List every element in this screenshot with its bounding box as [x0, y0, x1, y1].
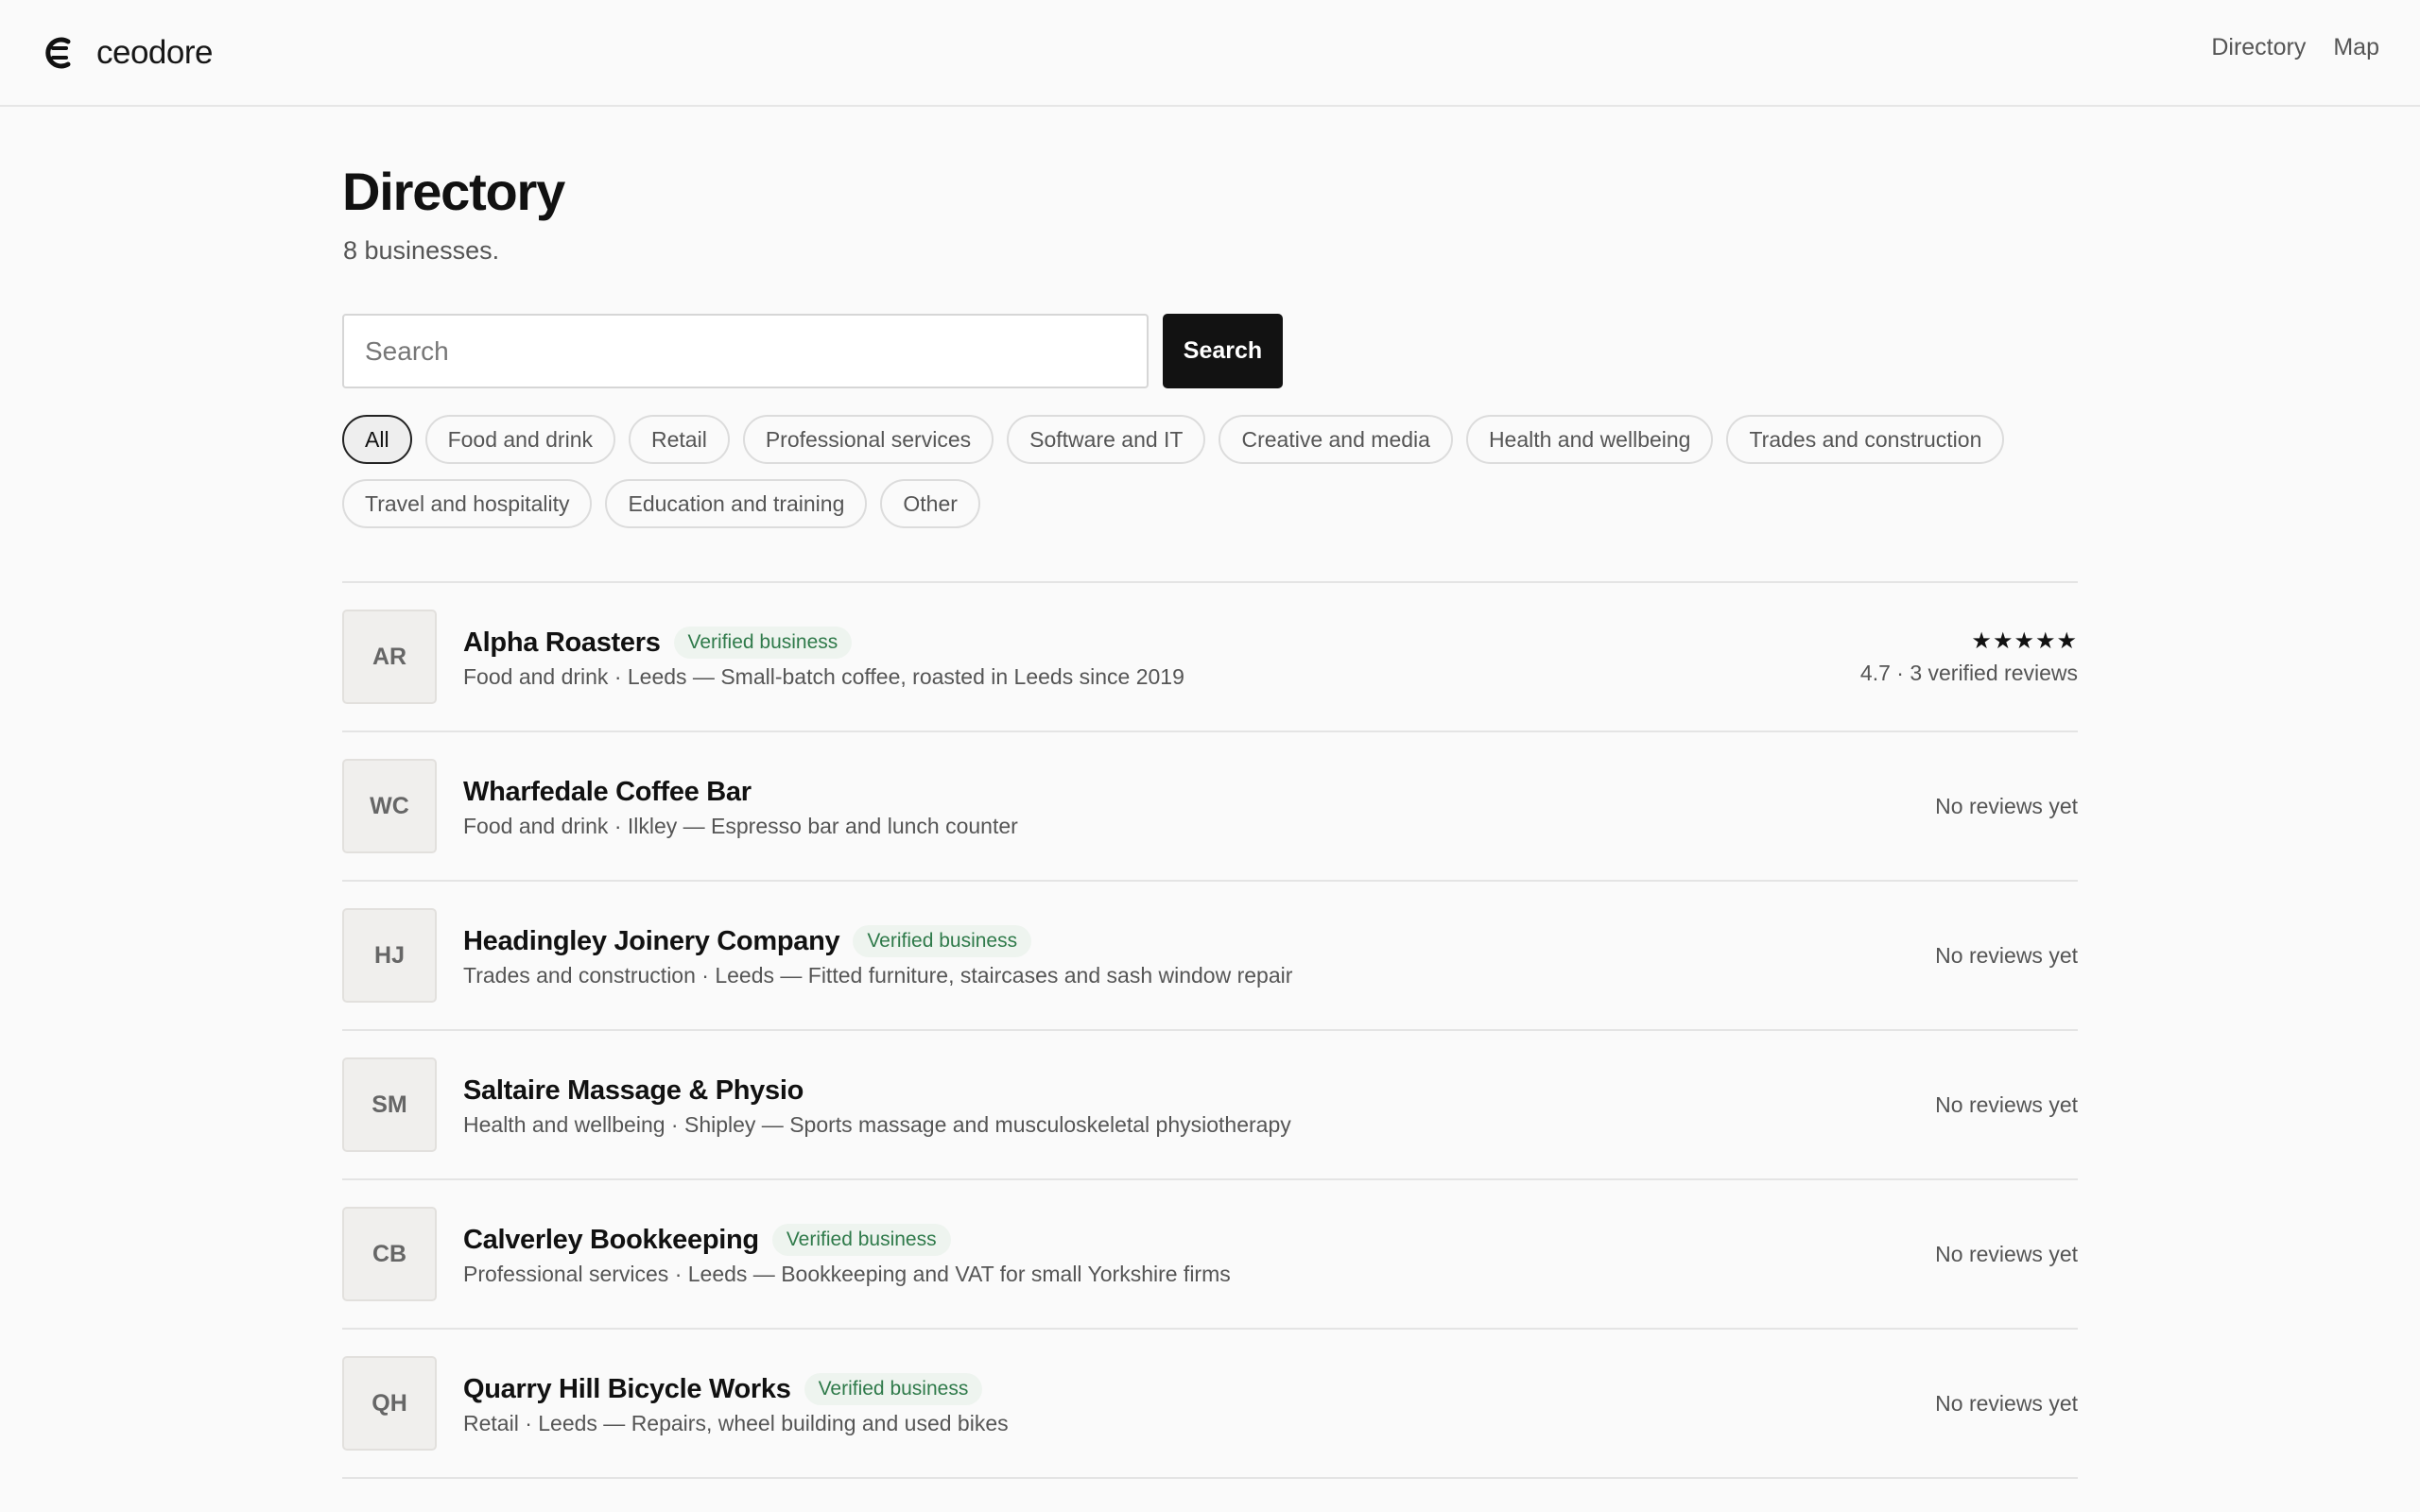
business-subtitle: Health and wellbeing · Shipley — Sports … — [463, 1112, 1291, 1137]
business-title-line: Headingley Joinery Company Verified busin… — [463, 922, 2078, 960]
filter-chip-software-and-it[interactable]: Software and IT — [1007, 415, 1206, 464]
filter-chip-retail[interactable]: Retail — [629, 415, 730, 464]
business-name-link[interactable]: Quarry Hill Bicycle Works — [463, 1374, 791, 1405]
business-title-line: Wharfedale Coffee Bar — [463, 773, 2078, 811]
business-title-line: Quarry Hill Bicycle Works Verified busine… — [463, 1370, 2078, 1408]
filter-chip-travel-and-hospitality[interactable]: Travel and hospitality — [342, 479, 593, 528]
business-avatar: HJ — [342, 908, 437, 1003]
business-subtitle: Trades and construction · Leeds — Fitted… — [463, 963, 1293, 988]
business-info: Calverley Bookkeeping Verified business Pr… — [463, 1221, 2078, 1287]
rating-summary: 4.7 · 3 verified reviews — [1859, 661, 2078, 685]
category-filters: All Food and drink Retail Professional serv… — [342, 415, 2078, 528]
filter-chip-creative-and-media[interactable]: Creative and media — [1219, 415, 1453, 464]
business-reviews: No reviews yet — [1935, 1242, 2078, 1267]
no-reviews-text: No reviews yet — [1935, 1241, 2078, 1266]
top-bar: ceodore Directory Map — [0, 0, 2420, 107]
business-reviews: No reviews yet — [1935, 794, 2078, 819]
search-input[interactable] — [342, 314, 1149, 388]
business-row[interactable]: CB Calverley Bookkeeping Verified business… — [342, 1180, 2078, 1330]
business-title-line: Alpha Roasters Verified business — [463, 624, 2078, 662]
business-info: Alpha Roasters Verified business Food and … — [463, 624, 2078, 690]
filter-chip-food-and-drink[interactable]: Food and drink — [424, 415, 615, 464]
search-bar: Search — [342, 314, 1283, 388]
filter-chip-all[interactable]: All — [342, 415, 412, 464]
no-reviews-text: No reviews yet — [1935, 1091, 2078, 1117]
business-avatar: CB — [342, 1207, 437, 1301]
business-row[interactable]: AR Alpha Roasters Verified business Food an… — [342, 583, 2078, 732]
business-info: Saltaire Massage & Physio Health and well… — [463, 1072, 2078, 1138]
business-count: 8 businesses. — [343, 236, 500, 265]
no-reviews-text: No reviews yet — [1935, 793, 2078, 818]
search-button[interactable]: Search — [1163, 314, 1283, 388]
business-reviews: No reviews yet — [1935, 943, 2078, 969]
business-name-link[interactable]: Saltaire Massage & Physio — [463, 1075, 804, 1107]
filter-chip-trades-and-construction[interactable]: Trades and construction — [1726, 415, 2005, 464]
star-rating-icon: ★★★★★ — [1971, 628, 2078, 654]
business-avatar: SM — [342, 1057, 437, 1152]
business-info: Wharfedale Coffee Bar Food and drink · Il… — [463, 773, 2078, 839]
business-name-link[interactable]: Alpha Roasters — [463, 627, 661, 659]
filter-chip-professional-services[interactable]: Professional services — [742, 415, 994, 464]
verified-badge: Verified business — [853, 925, 1032, 957]
brand-logo-icon — [45, 37, 71, 68]
business-name-link[interactable]: Wharfedale Coffee Bar — [463, 777, 752, 808]
business-title-line: Calverley Bookkeeping Verified business — [463, 1221, 2078, 1259]
brand[interactable]: ceodore — [42, 34, 213, 72]
business-subtitle: Food and drink · Ilkley — Espresso bar a… — [463, 814, 1018, 838]
business-title-line: Saltaire Massage & Physio — [463, 1072, 2078, 1109]
filter-chip-education-and-training[interactable]: Education and training — [605, 479, 868, 528]
business-subtitle: Food and drink · Leeds — Small-batch cof… — [463, 664, 1184, 689]
page-title: Directory — [342, 162, 565, 221]
business-reviews: No reviews yet — [1935, 1391, 2078, 1417]
filter-chip-other[interactable]: Other — [880, 479, 980, 528]
business-row[interactable]: SM Saltaire Massage & Physio Health and we… — [342, 1031, 2078, 1180]
brand-name: ceodore — [96, 33, 213, 71]
business-avatar: QH — [342, 1356, 437, 1451]
verified-badge: Verified business — [673, 627, 853, 659]
business-row[interactable]: HJ Headingley Joinery Company Verified bus… — [342, 882, 2078, 1031]
business-subtitle: Professional services · Leeds — Bookkeep… — [463, 1262, 1231, 1286]
top-nav: Directory Map — [2211, 34, 2379, 61]
business-reviews: No reviews yet — [1935, 1092, 2078, 1118]
verified-badge: Verified business — [804, 1373, 983, 1405]
business-row[interactable]: WC Wharfedale Coffee Bar Food and drink · … — [342, 732, 2078, 882]
business-name-link[interactable]: Headingley Joinery Company — [463, 926, 840, 957]
no-reviews-text: No reviews yet — [1935, 942, 2078, 968]
nav-link-map[interactable]: Map — [2333, 34, 2379, 61]
business-subtitle: Retail · Leeds — Repairs, wheel building… — [463, 1411, 1009, 1435]
business-avatar: WC — [342, 759, 437, 853]
business-avatar: AR — [342, 610, 437, 704]
verified-badge: Verified business — [771, 1224, 951, 1256]
business-reviews: ★★★★★ 4.7 · 3 verified reviews — [1860, 627, 2078, 686]
business-info: Headingley Joinery Company Verified busin… — [463, 922, 2078, 988]
business-list: AR Alpha Roasters Verified business Food an… — [342, 581, 2078, 1479]
business-row[interactable]: QH Quarry Hill Bicycle Works Verified busi… — [342, 1330, 2078, 1479]
no-reviews-text: No reviews yet — [1935, 1390, 2078, 1416]
filter-chip-health-and-wellbeing[interactable]: Health and wellbeing — [1465, 415, 1714, 464]
business-name-link[interactable]: Calverley Bookkeeping — [463, 1225, 759, 1256]
business-info: Quarry Hill Bicycle Works Verified busine… — [463, 1370, 2078, 1436]
nav-link-directory[interactable]: Directory — [2211, 34, 2306, 61]
